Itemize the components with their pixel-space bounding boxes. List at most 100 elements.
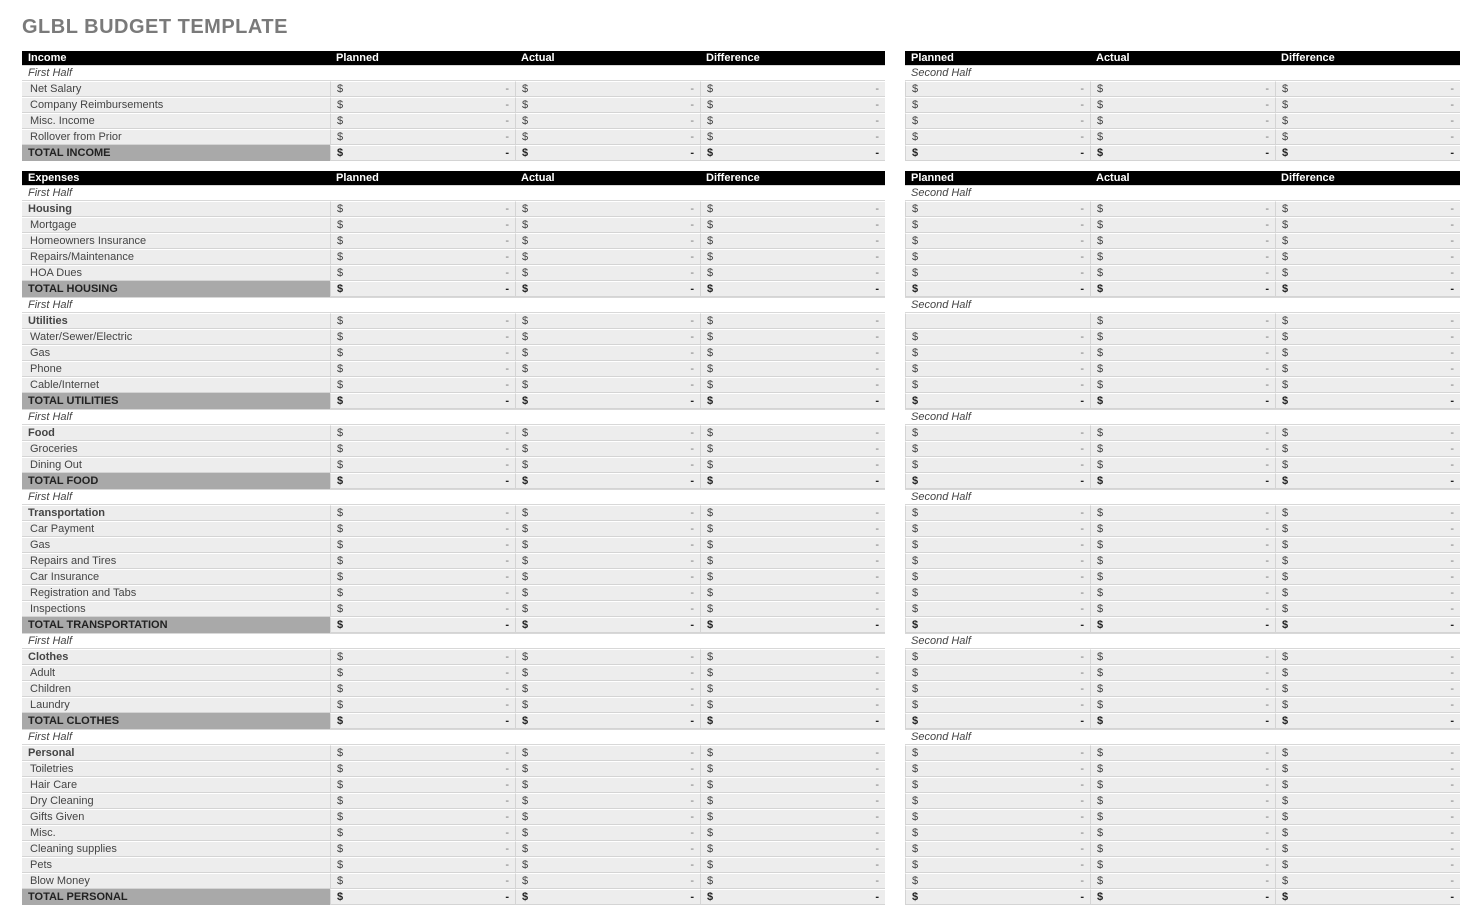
amount-cell[interactable]: $- — [330, 809, 515, 825]
amount-cell[interactable]: $- — [905, 745, 1090, 761]
amount-cell[interactable]: $- — [905, 393, 1090, 409]
amount-cell[interactable]: $- — [515, 361, 700, 377]
amount-cell[interactable]: $- — [1275, 145, 1460, 161]
amount-cell[interactable]: $- — [330, 521, 515, 537]
amount-cell[interactable]: $- — [1275, 393, 1460, 409]
amount-cell[interactable]: $- — [330, 361, 515, 377]
amount-cell[interactable]: $- — [1090, 249, 1275, 265]
amount-cell[interactable]: $- — [1090, 457, 1275, 473]
amount-cell[interactable]: $- — [515, 825, 700, 841]
amount-cell[interactable]: $- — [515, 457, 700, 473]
amount-cell[interactable]: $- — [515, 793, 700, 809]
amount-cell[interactable]: $- — [330, 201, 515, 217]
amount-cell[interactable]: $- — [1275, 889, 1460, 905]
amount-cell[interactable]: $- — [1090, 113, 1275, 129]
amount-cell[interactable]: $- — [1275, 601, 1460, 617]
amount-cell[interactable]: $- — [1090, 665, 1275, 681]
amount-cell[interactable]: $- — [905, 617, 1090, 633]
amount-cell[interactable]: $- — [330, 713, 515, 729]
amount-cell[interactable]: $- — [515, 537, 700, 553]
amount-cell[interactable]: $- — [1090, 145, 1275, 161]
amount-cell[interactable]: $- — [515, 745, 700, 761]
amount-cell[interactable]: $- — [1275, 793, 1460, 809]
amount-cell[interactable]: $- — [1275, 873, 1460, 889]
amount-cell[interactable]: $- — [515, 265, 700, 281]
amount-cell[interactable]: $- — [1090, 889, 1275, 905]
amount-cell[interactable]: $- — [905, 425, 1090, 441]
amount-cell[interactable]: $- — [700, 713, 885, 729]
amount-cell[interactable]: $- — [905, 281, 1090, 297]
amount-cell[interactable]: $- — [700, 553, 885, 569]
amount-cell[interactable]: $- — [515, 841, 700, 857]
amount-cell[interactable]: $- — [1090, 761, 1275, 777]
amount-cell[interactable]: $- — [905, 129, 1090, 145]
amount-cell[interactable]: $- — [1275, 713, 1460, 729]
amount-cell[interactable]: $- — [515, 761, 700, 777]
amount-cell[interactable]: $- — [905, 217, 1090, 233]
amount-cell[interactable]: $- — [1275, 313, 1460, 329]
amount-cell[interactable]: $- — [700, 81, 885, 97]
amount-cell[interactable]: $- — [700, 249, 885, 265]
amount-cell[interactable]: $- — [700, 585, 885, 601]
amount-cell[interactable]: $- — [905, 145, 1090, 161]
amount-cell[interactable]: $- — [1090, 649, 1275, 665]
amount-cell[interactable]: $- — [905, 825, 1090, 841]
amount-cell[interactable]: $- — [1090, 569, 1275, 585]
amount-cell[interactable]: $- — [330, 537, 515, 553]
amount-cell[interactable]: $- — [1090, 97, 1275, 113]
amount-cell[interactable]: $- — [700, 809, 885, 825]
amount-cell[interactable]: $- — [1275, 777, 1460, 793]
amount-cell[interactable]: $- — [330, 473, 515, 489]
amount-cell[interactable]: $- — [515, 441, 700, 457]
amount-cell[interactable]: $- — [1275, 265, 1460, 281]
amount-cell[interactable]: $- — [330, 761, 515, 777]
amount-cell[interactable]: $- — [700, 505, 885, 521]
amount-cell[interactable]: $- — [1090, 425, 1275, 441]
amount-cell[interactable]: $- — [905, 777, 1090, 793]
amount-cell[interactable]: $- — [330, 601, 515, 617]
amount-cell[interactable]: $- — [330, 249, 515, 265]
amount-cell[interactable]: $- — [905, 345, 1090, 361]
amount-cell[interactable]: $- — [700, 145, 885, 161]
amount-cell[interactable]: $- — [700, 217, 885, 233]
amount-cell[interactable]: $- — [330, 585, 515, 601]
amount-cell[interactable]: $- — [330, 81, 515, 97]
amount-cell[interactable]: $- — [330, 377, 515, 393]
amount-cell[interactable]: $- — [515, 857, 700, 873]
amount-cell[interactable]: $- — [330, 745, 515, 761]
amount-cell[interactable]: $- — [1090, 857, 1275, 873]
amount-cell[interactable]: $- — [330, 281, 515, 297]
amount-cell[interactable]: $- — [905, 585, 1090, 601]
amount-cell[interactable]: $- — [700, 649, 885, 665]
amount-cell[interactable]: $- — [1090, 81, 1275, 97]
amount-cell[interactable]: $- — [1275, 201, 1460, 217]
amount-cell[interactable]: $- — [515, 713, 700, 729]
amount-cell[interactable]: $- — [1090, 377, 1275, 393]
amount-cell[interactable]: $- — [1090, 793, 1275, 809]
amount-cell[interactable]: $- — [905, 377, 1090, 393]
amount-cell[interactable]: $- — [515, 681, 700, 697]
amount-cell[interactable]: $- — [515, 473, 700, 489]
amount-cell[interactable]: $- — [1275, 329, 1460, 345]
amount-cell[interactable]: $- — [905, 473, 1090, 489]
amount-cell[interactable]: $- — [1090, 217, 1275, 233]
amount-cell[interactable]: $- — [905, 873, 1090, 889]
amount-cell[interactable]: $- — [1090, 129, 1275, 145]
amount-cell[interactable]: $- — [515, 201, 700, 217]
amount-cell[interactable]: $- — [330, 217, 515, 233]
amount-cell[interactable]: $- — [1090, 841, 1275, 857]
amount-cell[interactable]: $- — [905, 361, 1090, 377]
amount-cell[interactable]: $- — [515, 233, 700, 249]
amount-cell[interactable]: $- — [1275, 825, 1460, 841]
amount-cell[interactable]: $- — [1090, 777, 1275, 793]
amount-cell[interactable]: $- — [330, 97, 515, 113]
amount-cell[interactable]: $- — [1275, 697, 1460, 713]
amount-cell[interactable]: $- — [905, 81, 1090, 97]
amount-cell[interactable]: $- — [515, 665, 700, 681]
amount-cell[interactable]: $- — [515, 345, 700, 361]
amount-cell[interactable]: $- — [515, 249, 700, 265]
amount-cell[interactable]: $- — [1275, 809, 1460, 825]
amount-cell[interactable]: $- — [1275, 249, 1460, 265]
amount-cell[interactable]: $- — [330, 233, 515, 249]
amount-cell[interactable]: $- — [1090, 825, 1275, 841]
